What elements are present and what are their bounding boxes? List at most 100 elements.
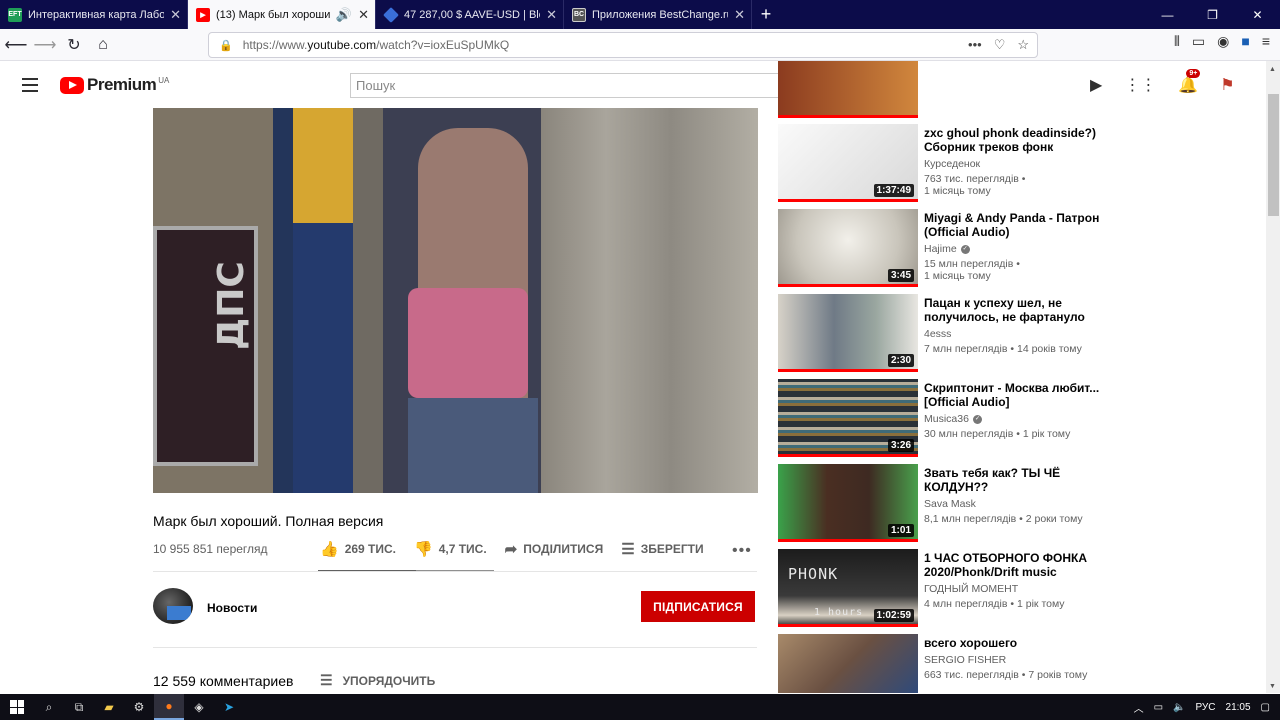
share-button[interactable]: ➦ ПОДІЛИТИСЯ <box>505 540 604 558</box>
video-thumbnail[interactable]: PHONK 1 hours 1:02:59 <box>778 549 918 627</box>
new-tab-button[interactable]: + <box>752 0 780 29</box>
dislike-button[interactable]: 👎 4,7 ТИС. <box>414 540 487 558</box>
library-icon[interactable]: ⫴ <box>1174 33 1180 50</box>
video-title[interactable]: Miyagi & Andy Panda - Патрон (Official A… <box>924 211 1104 239</box>
list-item[interactable]: PHONK 1 hours 1:02:59 1 ЧАС ОТБОРНОГО ФО… <box>778 549 1108 629</box>
avatar[interactable]: ⚑ <box>1220 75 1234 95</box>
video-thumbnail[interactable]: 1:37:49 <box>778 124 918 202</box>
video-meta: 7 млн переглядів • 14 років тому <box>924 343 1082 355</box>
search-icon[interactable]: ⌕ <box>34 694 64 720</box>
home-button[interactable]: ⌂ <box>90 32 116 58</box>
url-bar[interactable]: 🔒 https://www.youtube.com/watch?v=ioxEuS… <box>208 32 1038 58</box>
telegram-icon[interactable]: ➤ <box>214 694 244 720</box>
search-input[interactable] <box>351 78 802 93</box>
scroll-down-arrow-icon[interactable]: ▼ <box>1269 683 1276 690</box>
channel-name[interactable]: Musica36 ✓ <box>924 413 1104 425</box>
list-item[interactable] <box>778 61 1108 119</box>
video-title[interactable]: Пацан к успеху шел, не получилось, не фа… <box>924 296 1104 324</box>
more-options-icon[interactable]: ••• <box>732 542 752 560</box>
list-item[interactable]: 2:30 Пацан к успеху шел, не получилось, … <box>778 294 1108 374</box>
volume-icon[interactable]: 🔈 <box>1173 702 1185 713</box>
list-item[interactable]: 3:45 Miyagi & Andy Panda - Патрон (Offic… <box>778 209 1108 289</box>
video-title[interactable]: 1 ЧАС ОТБОРНОГО ФОНКА 2020/Phonk/Drift m… <box>924 551 1104 579</box>
firefox-icon[interactable]: ● <box>154 694 184 720</box>
game-launcher-icon[interactable]: ◈ <box>184 694 214 720</box>
watch-progress <box>778 199 918 202</box>
list-item[interactable]: 1:01 Звать тебя как? ТЫ ЧЁ КОЛДУН?? Sava… <box>778 464 1108 544</box>
channel-name[interactable]: Курседенок <box>924 158 1104 170</box>
sort-comments-button[interactable]: ☰ УПОРЯДОЧИТЬ <box>320 672 435 689</box>
list-item[interactable]: всего хорошего SERGIO FISHER 663 тис. пе… <box>778 634 1108 694</box>
forward-button[interactable]: ⟶ <box>32 32 58 58</box>
more-actions-icon[interactable]: ••• <box>968 37 982 53</box>
back-button[interactable]: ⟵ <box>3 32 29 58</box>
steam-icon[interactable]: ⚙ <box>124 694 154 720</box>
list-item[interactable]: 1:37:49 zxc ghoul phonk deadinside?) Сбо… <box>778 124 1108 204</box>
url-text[interactable]: https://www.youtube.com/watch?v=ioxEuSpU… <box>243 38 509 52</box>
task-view-icon[interactable]: ⧉ <box>64 694 94 720</box>
notifications-bell-icon[interactable]: 🔔 9+ <box>1178 69 1201 95</box>
apps-grid-icon[interactable]: ⋮⋮ <box>1124 75 1156 95</box>
like-button[interactable]: 👍 269 ТИС. <box>320 540 396 558</box>
channel-avatar[interactable] <box>153 588 193 624</box>
hamburger-menu-icon[interactable] <box>22 78 38 96</box>
browser-tab-blockchain[interactable]: 47 287,00 $ AAVE-USD | Blockc ✕ <box>376 0 564 29</box>
sidebar-icon[interactable]: ▭ <box>1192 33 1205 50</box>
save-button[interactable]: ☰ ЗБЕРЕГТИ <box>621 540 703 558</box>
notification-center-icon[interactable]: ▢ <box>1261 702 1270 713</box>
close-tab-icon[interactable]: ✕ <box>170 7 181 23</box>
file-explorer-icon[interactable]: ▰ <box>94 694 124 720</box>
channel-name[interactable]: SERGIO FISHER <box>924 654 1104 666</box>
browser-tab-youtube[interactable]: ▶ (13) Марк был хороший. П 🔊 ✕ <box>188 0 376 29</box>
video-title[interactable]: zxc ghoul phonk deadinside?) Сборник тре… <box>924 126 1104 154</box>
subscribe-button[interactable]: ПІДПИСАТИСЯ <box>641 591 755 622</box>
account-icon[interactable]: ◉ <box>1217 33 1229 50</box>
pocket-icon[interactable]: ♡ <box>994 37 1006 53</box>
speaker-icon[interactable]: 🔊 <box>336 7 352 23</box>
browser-tab-eft[interactable]: EFT Интерактивная карта Лабора ✕ <box>0 0 188 29</box>
bookmark-star-icon[interactable]: ☆ <box>1017 37 1029 53</box>
channel-name[interactable]: Новости <box>207 601 257 615</box>
video-title[interactable]: Звать тебя как? ТЫ ЧЁ КОЛДУН?? <box>924 466 1104 494</box>
tray-chevron-icon[interactable]: ︿ <box>1134 700 1144 715</box>
playlist-add-icon: ☰ <box>621 541 635 558</box>
video-thumbnail[interactable]: 3:45 <box>778 209 918 287</box>
watch-progress <box>778 115 918 118</box>
video-thumbnail[interactable]: 2:30 <box>778 294 918 372</box>
video-title[interactable]: Скриптонит - Москва любит... [Official A… <box>924 381 1104 409</box>
close-tab-icon[interactable]: ✕ <box>734 7 745 23</box>
extension-icon[interactable]: ■ <box>1241 33 1249 50</box>
video-player[interactable]: ДПС <box>153 108 758 493</box>
channel-name[interactable]: Sava Mask <box>924 498 1104 510</box>
list-item[interactable]: 3:26 Скриптонит - Москва любит... [Offic… <box>778 379 1108 459</box>
padlock-icon[interactable]: 🔒 <box>219 39 233 52</box>
url-domain: youtube.com <box>307 38 377 52</box>
youtube-logo[interactable]: Premium UA <box>60 75 169 95</box>
video-thumbnail[interactable] <box>778 61 918 118</box>
video-title[interactable]: всего хорошего <box>924 636 1104 650</box>
clock[interactable]: 21:05 <box>1226 702 1251 713</box>
video-thumbnail[interactable]: 3:26 <box>778 379 918 457</box>
close-window-icon[interactable]: ✕ <box>1235 0 1280 29</box>
scrollbar-thumb[interactable] <box>1268 94 1279 216</box>
start-button[interactable] <box>0 694 34 720</box>
browser-tab-bestchange[interactable]: BC Приложения BestChange.ru ✕ <box>564 0 752 29</box>
video-thumbnail[interactable]: 1:01 <box>778 464 918 542</box>
close-tab-icon[interactable]: ✕ <box>358 7 369 23</box>
scene-jeans <box>408 398 538 493</box>
channel-name[interactable]: ГОДНЫЙ МОМЕНТ <box>924 583 1104 595</box>
close-tab-icon[interactable]: ✕ <box>546 7 557 23</box>
video-thumbnail[interactable] <box>778 634 918 693</box>
scroll-up-arrow-icon[interactable]: ▲ <box>1269 66 1276 73</box>
minimize-icon[interactable]: — <box>1145 0 1190 29</box>
menu-icon[interactable]: ≡ <box>1262 33 1270 50</box>
reload-button[interactable]: ↻ <box>61 32 87 58</box>
share-arrow-icon: ➦ <box>504 541 518 558</box>
network-icon[interactable]: ▭ <box>1154 702 1163 713</box>
video-duration: 1:01 <box>887 524 914 537</box>
channel-name[interactable]: 4esss <box>924 328 1104 340</box>
keyboard-language[interactable]: РУС <box>1195 702 1215 713</box>
channel-name[interactable]: Hajime ✓ <box>924 243 1104 255</box>
video-info: zxc ghoul phonk deadinside?) Сборник тре… <box>924 126 1104 197</box>
maximize-icon[interactable]: ❐ <box>1190 0 1235 29</box>
